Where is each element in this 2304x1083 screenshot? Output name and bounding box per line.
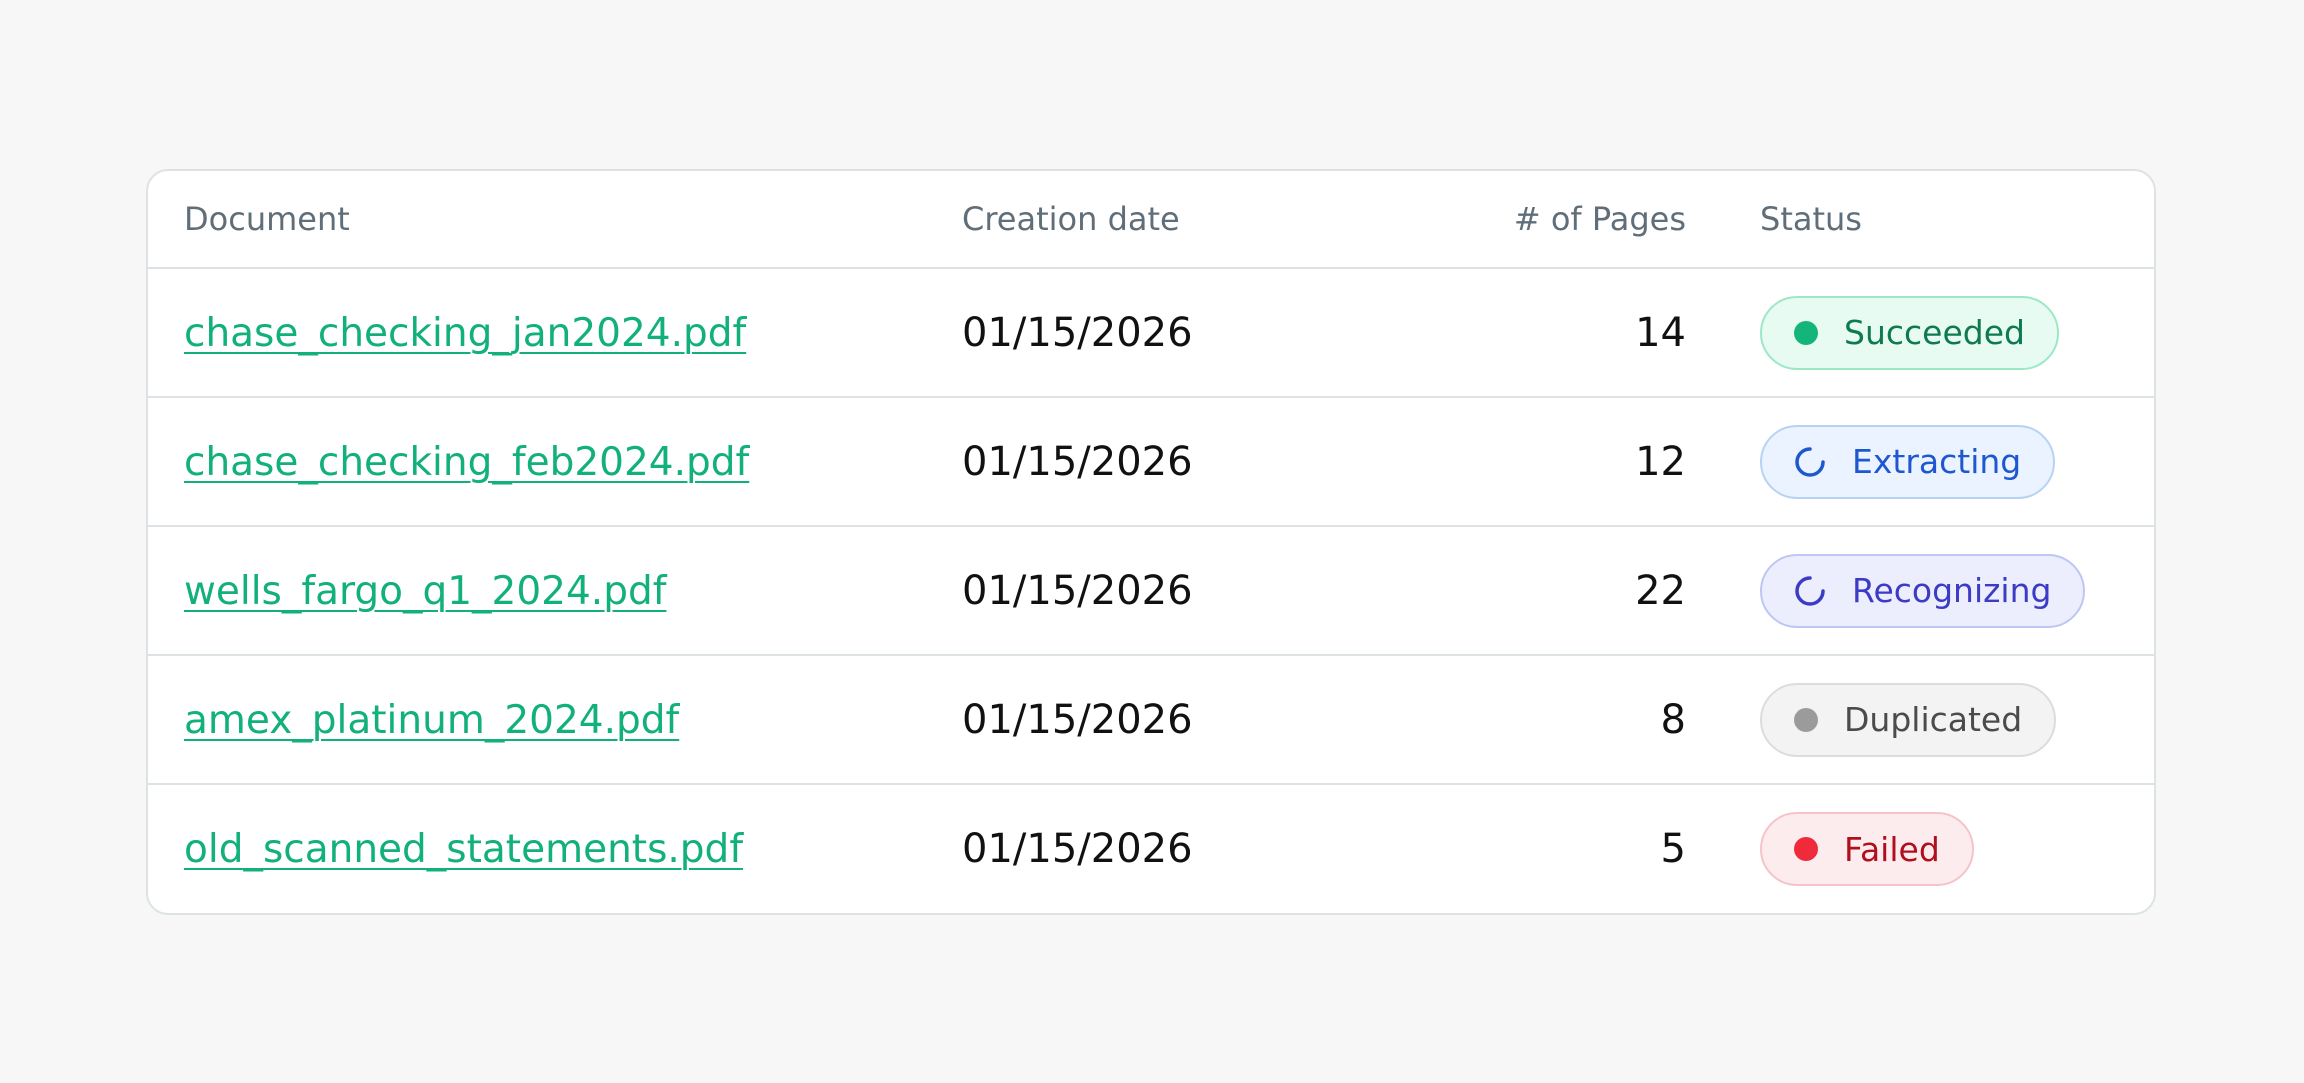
document-cell: chase_checking_feb2024.pdf (148, 397, 962, 527)
status-badge-succeeded: Succeeded (1760, 295, 2059, 370)
table-row: wells_fargo_q1_2024.pdf 01/15/2026 22 Re… (148, 526, 2154, 656)
header-document: Document (148, 171, 962, 269)
status-badge-duplicated: Duplicated (1760, 682, 2057, 757)
pages-cell: 14 (1262, 268, 1760, 398)
header-status: Status (1760, 171, 2154, 269)
spinner-icon (1795, 446, 1825, 477)
document-link[interactable]: old_scanned_statements.pdf (184, 827, 743, 872)
header-creation-date: Creation date (962, 171, 1262, 269)
document-cell: old_scanned_statements.pdf (148, 784, 962, 913)
documents-table-card: Document Creation date # of Pages Status… (146, 169, 2156, 915)
table-body: chase_checking_jan2024.pdf 01/15/2026 14… (148, 268, 2154, 913)
status-badge-recognizing: Recognizing (1760, 553, 2086, 628)
document-cell: chase_checking_jan2024.pdf (148, 268, 962, 398)
creation-date-cell: 01/15/2026 (962, 397, 1262, 527)
status-dot-icon (1794, 837, 1818, 861)
pages-cell: 5 (1660, 826, 1686, 872)
status-label: Duplicated (1844, 700, 2023, 739)
creation-date-cell: 01/15/2026 (962, 268, 1262, 398)
document-link[interactable]: chase_checking_feb2024.pdf (184, 440, 749, 485)
creation-date-cell: 01/15/2026 (962, 526, 1262, 656)
table-row: chase_checking_jan2024.pdf 01/15/2026 14… (148, 268, 2154, 398)
pages-cell: 8 (1262, 655, 1760, 785)
document-link[interactable]: chase_checking_jan2024.pdf (184, 311, 746, 356)
status-badge-failed: Failed (1760, 812, 1974, 886)
status-cell: Duplicated (1760, 655, 2154, 785)
spinner-icon (1795, 575, 1825, 606)
documents-table: Document Creation date # of Pages Status… (148, 171, 2154, 913)
status-label: Extracting (1852, 442, 2022, 481)
table-row: old_scanned_statements.pdf 01/15/2026 5 … (148, 784, 2154, 913)
status-cell: Failed (1760, 784, 2154, 913)
header-row: Document Creation date # of Pages Status (148, 171, 2154, 269)
status-cell: Extracting (1760, 397, 2154, 527)
status-dot-icon (1794, 320, 1818, 345)
document-cell: wells_fargo_q1_2024.pdf (148, 526, 962, 656)
status-dot-icon (1794, 707, 1818, 732)
status-cell: Succeeded (1760, 268, 2154, 398)
pages-cell: 12 (1262, 397, 1760, 527)
pages-cell: 22 (1262, 526, 1760, 656)
status-label: Failed (1844, 829, 1940, 869)
header-pages: # of Pages (1262, 171, 1760, 269)
table-row: chase_checking_feb2024.pdf 01/15/2026 12… (148, 397, 2154, 527)
creation-date-cell: 01/15/2026 (962, 655, 1262, 785)
document-link[interactable]: amex_platinum_2024.pdf (184, 698, 679, 743)
status-cell: Recognizing (1760, 526, 2154, 656)
creation-date-cell: 01/15/2026 (962, 826, 1193, 872)
document-cell: amex_platinum_2024.pdf (148, 655, 962, 785)
status-badge-extracting: Extracting (1760, 424, 2056, 499)
status-label: Recognizing (1852, 571, 2052, 610)
table-header: Document Creation date # of Pages Status (148, 171, 2154, 269)
table-row: amex_platinum_2024.pdf 01/15/2026 8 Dupl… (148, 655, 2154, 785)
status-label: Succeeded (1844, 313, 2025, 352)
document-link[interactable]: wells_fargo_q1_2024.pdf (184, 569, 666, 614)
